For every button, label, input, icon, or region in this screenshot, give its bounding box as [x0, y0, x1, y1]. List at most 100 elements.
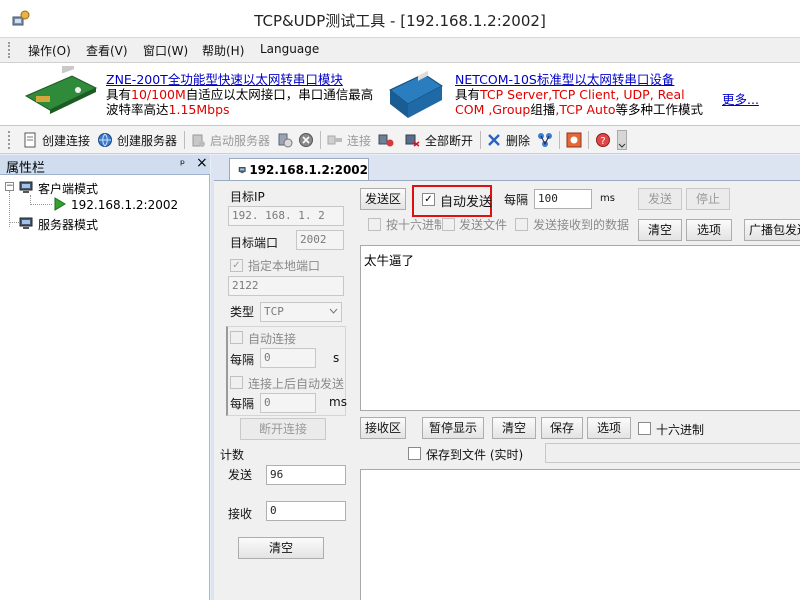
start-server-label: 启动服务器 [210, 133, 271, 148]
send-button[interactable]: 发送 [638, 188, 682, 210]
auto-send-interval-field[interactable]: 0 [260, 393, 316, 413]
server-settings-icon[interactable] [277, 132, 293, 148]
recv-area-button[interactable]: 接收区 [360, 417, 406, 439]
connect-icon [327, 135, 342, 145]
auto-send-after-checkbox[interactable] [230, 376, 243, 389]
send-options-button[interactable]: 选项 [686, 219, 732, 241]
connect-button[interactable]: 连接 [327, 130, 371, 150]
recv-count-field[interactable]: 0 [266, 501, 346, 521]
send-file-checkbox[interactable] [442, 218, 455, 231]
menu-bar: 操作(O) 查看(V) 窗口(W) 帮助(H) Language [0, 38, 800, 62]
ad1-line3a: 波特率高达 [106, 102, 169, 117]
property-panel: 属性栏 ᵖ × − 客户端模式 192.168.1.2:2002 服务器模式 [0, 155, 210, 600]
computer-icon [19, 181, 33, 193]
recv-clear-button[interactable]: 清空 [492, 417, 536, 439]
send-count-field[interactable]: 96 [266, 465, 346, 485]
auto-send-after-label: 连接上后自动发送 [248, 377, 345, 391]
interval-label-1: 每隔 [230, 353, 255, 367]
stop-button[interactable]: 停止 [686, 188, 730, 210]
tree-client-mode[interactable]: 客户端模式 [38, 180, 98, 197]
close-icon[interactable]: × [196, 155, 208, 171]
disconnect-button[interactable]: 断开连接 [240, 418, 326, 440]
ad2-line3-red-b: ,TCP Auto [555, 102, 616, 117]
disconnect-icon[interactable] [378, 132, 394, 148]
network-icon[interactable] [537, 132, 553, 148]
disconnect-all-label: 全部断开 [425, 133, 474, 148]
auto-send-checkbox[interactable]: ✓ [422, 193, 435, 206]
local-port-checkbox[interactable]: ✓ [230, 259, 243, 272]
reconnect-interval-field[interactable]: 0 [260, 348, 316, 368]
device-box-image[interactable] [384, 66, 446, 122]
broadcast-send-button[interactable]: 广播包发送 [744, 219, 800, 241]
chevron-down-icon [329, 308, 338, 314]
target-ip-field[interactable]: 192. 168. 1. 2 [228, 206, 344, 226]
connect-label: 连接 [347, 133, 372, 148]
collapse-toggle[interactable]: − [5, 182, 14, 191]
stop-icon[interactable] [298, 132, 314, 148]
tab-connection[interactable]: 192.168.1.2:2002 [229, 158, 369, 180]
hex-send-checkbox[interactable] [368, 218, 381, 231]
receive-textarea[interactable] [360, 469, 800, 600]
save-to-file-checkbox[interactable] [408, 447, 421, 460]
globe-icon [98, 133, 112, 147]
title-bar: TCP&UDP测试工具 - [192.168.1.2:2002] [0, 0, 800, 38]
save-file-path-field[interactable] [545, 443, 800, 463]
pin-icon[interactable]: ᵖ [180, 157, 185, 171]
local-port-label: 指定本地端口 [248, 259, 321, 273]
auto-connect-checkbox[interactable] [230, 331, 243, 344]
send-interval-label: 每隔 [504, 193, 529, 207]
type-select[interactable]: TCP [260, 302, 342, 322]
play-arrow-icon [54, 197, 66, 211]
send-interval-field[interactable]: 100 [534, 189, 592, 209]
target-port-field[interactable]: 2002 [296, 230, 344, 250]
window-title: TCP&UDP测试工具 - [192.168.1.2:2002] [254, 12, 546, 30]
more-link[interactable]: 更多... [722, 89, 759, 108]
unit-ms-left: ms [329, 395, 347, 409]
menu-window[interactable]: 窗口(W) [143, 42, 188, 59]
module-board-image[interactable] [22, 66, 100, 122]
send-unit-ms: ms [600, 193, 615, 204]
send-received-label: 发送接收到的数据 [533, 218, 630, 232]
type-label: 类型 [230, 305, 255, 319]
toolbar: 创建连接 创建服务器 启动服务器 连接 全部断开 删除 ? [0, 126, 800, 154]
create-server-button[interactable]: 创建服务器 [97, 130, 177, 150]
interval-label-2: 每隔 [230, 397, 255, 411]
send-received-checkbox[interactable] [515, 218, 528, 231]
send-textarea[interactable]: 太牛逼了 [360, 245, 800, 411]
clear-count-button[interactable]: 清空 [238, 537, 324, 559]
ad2-link[interactable]: NETCOM-10S标准型以太网转串口设备 [455, 72, 674, 87]
chevron-down-icon [618, 143, 626, 148]
computer-icon [238, 166, 246, 173]
toolbar-separator [480, 131, 481, 149]
recv-options-button[interactable]: 选项 [587, 417, 631, 439]
create-connection-button[interactable]: 创建连接 [22, 130, 90, 150]
disconnect-all-button[interactable]: 全部断开 [405, 130, 473, 150]
toolbar-overflow-button[interactable] [617, 130, 627, 150]
menu-view[interactable]: 查看(V) [86, 42, 128, 59]
tree-server-mode[interactable]: 服务器模式 [38, 216, 98, 233]
help-icon[interactable]: ? [595, 132, 611, 148]
pause-display-button[interactable]: 暂停显示 [422, 417, 484, 439]
recv-save-button[interactable]: 保存 [541, 417, 583, 439]
menu-operate[interactable]: 操作(O) [28, 42, 71, 59]
send-area-button[interactable]: 发送区 [360, 188, 406, 210]
toolbar-grip [8, 131, 11, 149]
tree-connection-item[interactable]: 192.168.1.2:2002 [71, 198, 178, 212]
toolbar-separator [559, 131, 560, 149]
send-count-label: 发送 [228, 468, 253, 482]
local-port-field[interactable]: 2122 [228, 276, 344, 296]
ad-banner: ZNE-200T全功能型快速以太网转串口模块 具有10/100M自适应以太网接口… [0, 62, 800, 126]
record-icon[interactable] [566, 132, 582, 148]
new-document-icon [24, 132, 36, 148]
menu-language[interactable]: Language [260, 42, 319, 56]
start-server-button[interactable]: 启动服务器 [190, 130, 270, 150]
recv-hex-checkbox[interactable] [638, 422, 651, 435]
send-clear-button[interactable]: 清空 [638, 219, 682, 241]
delete-button[interactable]: 删除 [486, 130, 530, 150]
ad1-link[interactable]: ZNE-200T全功能型快速以太网转串口模块 [106, 72, 343, 87]
auto-connect-label: 自动连接 [248, 332, 297, 346]
ad1-line2b: 自适应以太网接口，串口通信最高 [185, 87, 374, 102]
menu-help[interactable]: 帮助(H) [202, 42, 244, 59]
target-port-label: 目标端口 [230, 236, 279, 250]
create-server-label: 创建服务器 [117, 133, 178, 148]
